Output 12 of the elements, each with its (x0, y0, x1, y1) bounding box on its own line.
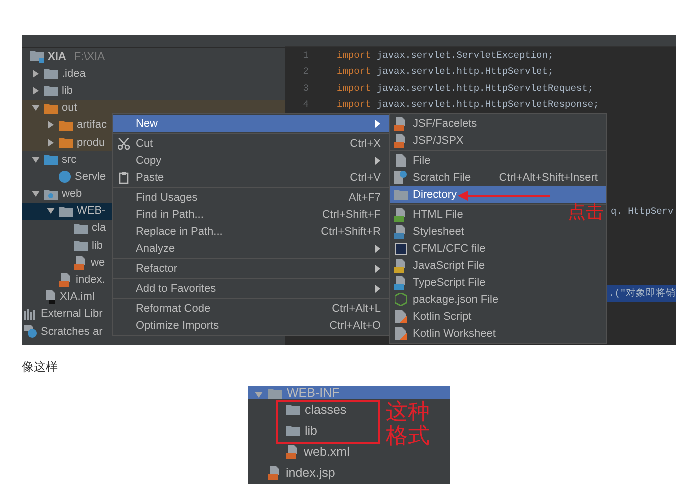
code-line: import javax.servlet.ServletException; (337, 50, 554, 61)
annotation-text: 这种格式 (386, 400, 431, 448)
code-line: import javax.servlet.http.HttpServlet; (337, 66, 554, 78)
line-number: 4 (302, 99, 309, 110)
line-number: 2 (302, 66, 309, 78)
line-number: 3 (302, 82, 309, 94)
caption-text: 像这样 (22, 359, 59, 376)
code-line: q. HttpServ (611, 205, 674, 219)
annotation-text: 点击 (568, 203, 604, 221)
line-number: 1 (302, 50, 309, 61)
code-line: import javax.servlet.http.HttpServletResponse; (337, 99, 600, 110)
code-line: import javax.servlet.http.HttpServletRequest; (337, 82, 594, 94)
